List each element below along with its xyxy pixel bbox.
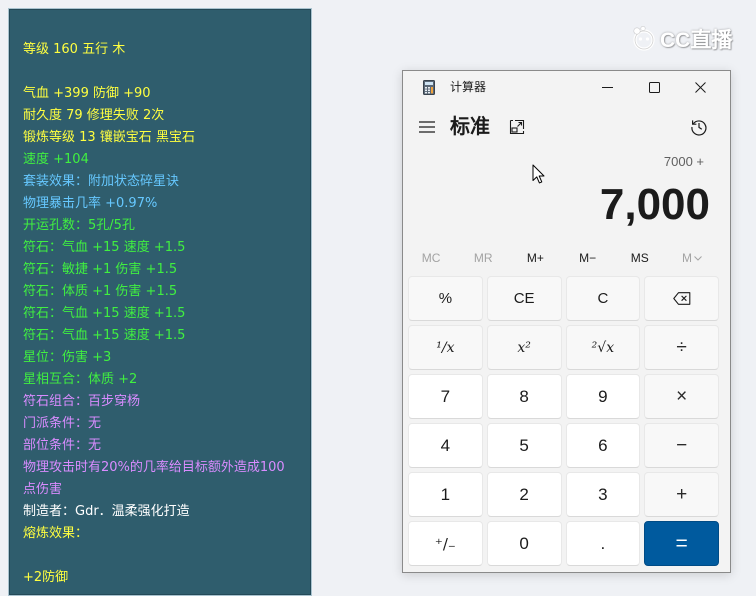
- tooltip-line-slot-requirement: 部位条件：无: [23, 438, 102, 453]
- tooltip-line-school-requirement: 门派条件：无: [23, 416, 102, 431]
- tooltip-line-speed: 速度 +104: [23, 152, 89, 167]
- calculator-app-icon: [423, 80, 435, 95]
- navigation-menu-button[interactable]: [409, 109, 445, 145]
- percent-button[interactable]: %: [408, 276, 483, 321]
- memory-clear-button: MC: [405, 244, 457, 272]
- keep-on-top-icon: [509, 119, 525, 135]
- memory-button-label: MS: [630, 251, 649, 265]
- tooltip-line-special-effect-cont: 点伤害: [23, 482, 63, 497]
- reciprocal-button[interactable]: ¹/x: [408, 325, 483, 370]
- digit-5-button[interactable]: 5: [486, 423, 562, 468]
- tooltip-line-hp-defense: 气血 +399 防御 +90: [23, 86, 151, 101]
- memory-button-label: MR: [473, 251, 493, 265]
- tooltip-line-runestone-1: 符石：气血 +15 速度 +1.5: [23, 240, 186, 255]
- memory-store-button[interactable]: MS: [614, 244, 666, 272]
- history-icon: [691, 120, 707, 136]
- digit-8-button[interactable]: 8: [486, 374, 562, 419]
- maximize-icon: [648, 81, 660, 93]
- item-tooltip-panel: 等级 160 五行 木 气血 +399 防御 +90 耐久度 79 修理失败 2…: [8, 8, 312, 596]
- tooltip-line-smelting-label: 熔炼效果：: [23, 526, 89, 541]
- backspace-button[interactable]: [644, 276, 719, 321]
- tooltip-spacer: [23, 61, 311, 83]
- minimize-icon: [601, 86, 613, 88]
- tooltip-line-runestone-4: 符石：气血 +15 速度 +1.5: [23, 306, 186, 321]
- memory-add-button[interactable]: M+: [509, 244, 561, 272]
- subtract-button[interactable]: −: [644, 423, 719, 468]
- square-button[interactable]: x²: [486, 325, 562, 370]
- add-button[interactable]: +: [644, 472, 719, 517]
- watermark-text: CC直播: [660, 29, 733, 52]
- result-display: 7,000: [599, 180, 710, 229]
- tooltip-line-smelting-value: +2防御: [23, 570, 69, 585]
- negate-button[interactable]: ⁺/₋: [408, 521, 483, 566]
- tooltip-line-socket-count: 开运孔数：5孔/5孔: [23, 218, 135, 233]
- tooltip-line-runestone-5: 符石：气血 +15 速度 +1.5: [23, 328, 186, 343]
- square-root-button[interactable]: ²√x: [565, 325, 641, 370]
- memory-button-label: M−: [579, 251, 597, 265]
- mouse-cursor-icon: [532, 164, 545, 184]
- minimize-button[interactable]: [587, 71, 627, 103]
- close-icon: [694, 81, 706, 93]
- tooltip-line-rune-combo: 符石组合：百步穿杨: [23, 394, 141, 409]
- mode-title: 标准: [450, 116, 490, 138]
- clear-button[interactable]: C: [565, 276, 641, 321]
- hamburger-menu-icon: [419, 121, 435, 133]
- clear-entry-button[interactable]: CE: [486, 276, 562, 321]
- chevron-down-icon: [694, 255, 702, 261]
- tooltip-line-special-effect: 物理攻击时有20%的几率给目标额外造成100: [23, 460, 285, 475]
- history-button[interactable]: [681, 109, 717, 145]
- memory-row: MC MR M+ M− MS M: [405, 244, 718, 272]
- divide-button[interactable]: ÷: [644, 325, 719, 370]
- digit-6-button[interactable]: 6: [565, 423, 641, 468]
- memory-subtract-button[interactable]: M−: [562, 244, 614, 272]
- memory-button-label: M+: [526, 251, 544, 265]
- digit-9-button[interactable]: 9: [565, 374, 641, 419]
- tooltip-line-level: 等级 160 五行 木: [23, 42, 126, 57]
- tooltip-line-crit-rate: 物理暴击几率 +0.97%: [23, 196, 158, 211]
- equals-button[interactable]: =: [644, 521, 719, 566]
- cc-live-watermark: CC直播: [630, 24, 742, 54]
- expression-display: 7000 +: [663, 154, 704, 169]
- tooltip-line-runestone-3: 符石：体质 +1 伤害 +1.5: [23, 284, 178, 299]
- title-bar[interactable]: 计算器: [403, 71, 730, 103]
- tooltip-line-durability: 耐久度 79 修理失败 2次: [23, 108, 165, 123]
- decimal-button[interactable]: .: [565, 521, 641, 566]
- calculator-window: 计算器 标准 7000 + 7,000 MC MR M+ M− MS M % C…: [402, 70, 731, 573]
- digit-7-button[interactable]: 7: [408, 374, 483, 419]
- digit-3-button[interactable]: 3: [565, 472, 641, 517]
- memory-button-label: M: [681, 251, 692, 265]
- digit-0-button[interactable]: 0: [486, 521, 562, 566]
- backspace-icon: [672, 292, 690, 305]
- window-title: 计算器: [450, 80, 487, 94]
- memory-button-label: MC: [421, 251, 441, 265]
- close-button[interactable]: [680, 71, 720, 103]
- tooltip-spacer: [23, 545, 311, 567]
- keep-on-top-button[interactable]: [501, 111, 533, 143]
- tooltip-line-set-effect: 套装效果：附加状态碎星诀: [23, 174, 180, 189]
- tooltip-line-star-combo: 星相互合：体质 +2: [23, 372, 138, 387]
- memory-recall-button: MR: [457, 244, 509, 272]
- tooltip-line-runestone-2: 符石：敏捷 +1 伤害 +1.5: [23, 262, 178, 277]
- digit-2-button[interactable]: 2: [486, 472, 562, 517]
- tooltip-line-star-position: 星位：伤害 +3: [23, 350, 112, 365]
- digit-1-button[interactable]: 1: [408, 472, 483, 517]
- cc-logo-icon: [633, 25, 655, 51]
- digit-4-button[interactable]: 4: [408, 423, 483, 468]
- tooltip-line-maker: 制造者：Gdr．温柔强化打造: [23, 504, 190, 519]
- tooltip-line-forge-gem: 锻炼等级 13 镶嵌宝石 黑宝石: [23, 130, 195, 145]
- multiply-button[interactable]: ×: [644, 374, 719, 419]
- maximize-button[interactable]: [634, 71, 674, 103]
- memory-list-button: M: [666, 244, 718, 272]
- keypad: % CE C ¹/x x² ²√x ÷ 7 8 9 × 4 5 6 − 1 2 …: [408, 276, 719, 566]
